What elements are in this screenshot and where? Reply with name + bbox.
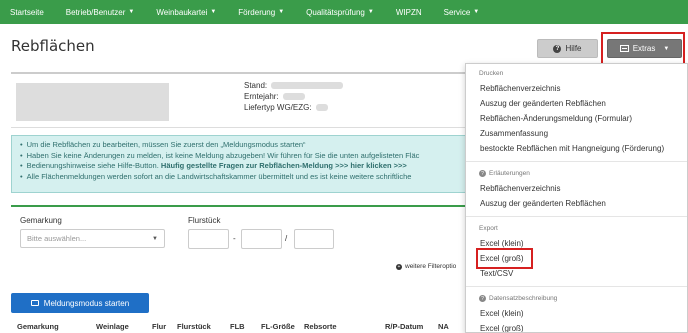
flurstueck-zaehler-input[interactable] bbox=[241, 229, 282, 249]
table-header: Gemarkung Weinlage Flur Flurstück FLB FL… bbox=[11, 322, 471, 333]
slash-separator: / bbox=[285, 234, 288, 243]
caret-down-icon: ▼ bbox=[367, 9, 374, 15]
caret-down-icon: ▼ bbox=[210, 9, 217, 15]
stand-label: Stand: bbox=[244, 81, 268, 90]
column-header[interactable]: R/P-Datum bbox=[385, 322, 423, 331]
menu-item-print-aenderungsmeldung[interactable]: Rebflächen-Änderungsmeldung (Formular) bbox=[480, 114, 632, 123]
section-header-export: Export bbox=[479, 225, 498, 232]
faq-link[interactable]: Häufig gestellte Fragen zur Rebflächen-M… bbox=[161, 161, 407, 170]
section-header-drucken: Drucken bbox=[479, 70, 504, 77]
redacted-value bbox=[315, 104, 328, 111]
section-header-datensatzbeschreibung: ? Datensatzbeschreibung bbox=[479, 295, 557, 302]
help-button-label: Hilfe bbox=[565, 44, 582, 53]
flur-input[interactable] bbox=[188, 229, 229, 249]
column-header[interactable]: Rebsorte bbox=[304, 322, 337, 331]
highlight-box-extras bbox=[601, 32, 685, 65]
nav-label: Förderung bbox=[238, 7, 276, 17]
nav-item-foerderung[interactable]: Förderung ▼ bbox=[238, 8, 284, 17]
column-header[interactable]: Weinlage bbox=[96, 322, 129, 331]
redacted-image bbox=[16, 83, 169, 121]
column-header[interactable]: Flur bbox=[152, 322, 166, 331]
section-header-erlaeuterungen: ? Erläuterungen bbox=[479, 170, 530, 177]
gemarkung-label: Gemarkung bbox=[20, 216, 62, 225]
highlight-box-excel-gross bbox=[476, 248, 533, 269]
more-filter-options-label: weitere Filteroptio bbox=[405, 263, 457, 270]
question-icon: ? bbox=[479, 170, 486, 177]
menu-item-print-hangneigung[interactable]: bestockte Rebflächen mit Hangneigung (Fö… bbox=[480, 144, 664, 153]
caret-down-icon: ▼ bbox=[152, 235, 158, 242]
menu-item-help-rebflaechenverzeichnis[interactable]: Rebflächenverzeichnis bbox=[480, 184, 561, 193]
nav-item-startseite[interactable]: Startseite bbox=[10, 8, 44, 17]
column-header[interactable]: FL-Größe bbox=[261, 322, 295, 331]
more-filter-options-link[interactable]: + weitere Filteroptio bbox=[396, 263, 456, 270]
extras-dropdown-menu: Drucken Rebflächenverzeichnis Auszug der… bbox=[465, 63, 688, 333]
info-lines: Stand: Erntejahr: Liefertyp WG/EZG: bbox=[244, 80, 344, 113]
menu-item-print-zusammenfassung[interactable]: Zusammenfassung bbox=[480, 129, 548, 138]
nav-item-wipzn[interactable]: WIPZN bbox=[396, 8, 422, 17]
top-navigation: Startseite Betrieb/Benutzer ▼ Weinbaukart… bbox=[0, 0, 688, 24]
menu-item-help-auszug[interactable]: Auszug der geänderten Rebflächen bbox=[480, 199, 606, 208]
menu-item-print-auszug[interactable]: Auszug der geänderten Rebflächen bbox=[480, 99, 606, 108]
nav-item-betrieb-benutzer[interactable]: Betrieb/Benutzer ▼ bbox=[66, 8, 135, 17]
column-header[interactable]: Gemarkung bbox=[17, 322, 59, 331]
page-title: Rebflächen bbox=[11, 37, 95, 55]
column-header[interactable]: Flurstück bbox=[177, 322, 211, 331]
nav-label: WIPZN bbox=[395, 7, 422, 17]
gemarkung-placeholder: Bitte auswählen... bbox=[27, 234, 87, 243]
nav-item-weinbaukartei[interactable]: Weinbaukartei ▼ bbox=[156, 8, 216, 17]
nav-item-service[interactable]: Service ▼ bbox=[444, 8, 480, 17]
caret-down-icon: ▼ bbox=[473, 9, 480, 15]
liefertyp-label: Liefertyp WG/EZG: bbox=[244, 103, 312, 112]
nav-item-qualitaetspruefung[interactable]: Qualitätsprüfung ▼ bbox=[306, 8, 374, 17]
menu-divider bbox=[466, 216, 687, 217]
notice-line: Alle Flächenmeldungen werden sofort an d… bbox=[20, 172, 470, 183]
start-reporting-mode-button[interactable]: Meldungsmodus starten bbox=[11, 293, 149, 313]
liefertyp-row: Liefertyp WG/EZG: bbox=[244, 102, 343, 113]
notice-line: Haben Sie keine Änderungen zu melden, is… bbox=[20, 151, 470, 162]
plus-circle-icon: + bbox=[396, 263, 402, 270]
notice-line: Bedienungshinweise siehe Hilfe-Button. H… bbox=[20, 161, 470, 172]
flurstueck-nenner-input[interactable] bbox=[294, 229, 334, 249]
help-button[interactable]: ? Hilfe bbox=[537, 39, 598, 58]
erntejahr-label: Erntejahr: bbox=[244, 92, 279, 101]
farm-info-panel: Stand: Erntejahr: Liefertyp WG/EZG: bbox=[11, 72, 471, 128]
redacted-value bbox=[282, 93, 305, 100]
nav-label: Betrieb/Benutzer bbox=[65, 7, 126, 17]
menu-divider bbox=[466, 286, 687, 287]
nav-label: Qualitätsprüfung bbox=[306, 7, 365, 17]
start-reporting-mode-label: Meldungsmodus starten bbox=[43, 298, 130, 308]
stand-row: Stand: bbox=[244, 80, 344, 91]
section-header-label: Erläuterungen bbox=[489, 170, 530, 177]
menu-item-export-text-csv[interactable]: Text/CSV bbox=[480, 269, 513, 278]
info-notice: Um die Rebflächen zu bearbeiten, müssen … bbox=[11, 135, 471, 193]
column-header[interactable]: NA bbox=[438, 322, 449, 331]
redacted-value bbox=[271, 82, 344, 89]
gemarkung-select[interactable]: Bitte auswählen... ▼ bbox=[20, 229, 165, 248]
menu-item-desc-excel-klein[interactable]: Excel (klein) bbox=[480, 309, 524, 318]
erntejahr-row: Erntejahr: bbox=[244, 91, 343, 102]
menu-divider bbox=[466, 161, 687, 162]
notice-line: Um die Rebflächen zu bearbeiten, müssen … bbox=[20, 140, 470, 151]
section-header-label: Datensatzbeschreibung bbox=[489, 295, 558, 302]
column-header[interactable]: FLB bbox=[230, 322, 245, 331]
caret-down-icon: ▼ bbox=[128, 9, 135, 15]
envelope-icon bbox=[30, 300, 39, 306]
flurstueck-label: Flurstück bbox=[188, 216, 221, 225]
menu-item-desc-excel-gross[interactable]: Excel (groß) bbox=[480, 324, 524, 332]
question-icon: ? bbox=[553, 44, 562, 53]
nav-label: Weinbaukartei bbox=[156, 7, 208, 17]
notice-text: Bedienungshinweise siehe Hilfe-Button. bbox=[26, 161, 159, 170]
dash-separator: - bbox=[233, 234, 236, 243]
menu-item-print-rebflaechenverzeichnis[interactable]: Rebflächenverzeichnis bbox=[480, 84, 561, 93]
filter-panel: Gemarkung Bitte auswählen... ▼ Flurstück… bbox=[11, 205, 471, 275]
menu-item-export-excel-klein[interactable]: Excel (klein) bbox=[480, 239, 524, 248]
nav-label: Service bbox=[443, 7, 471, 17]
nav-label: Startseite bbox=[10, 7, 44, 17]
caret-down-icon: ▼ bbox=[278, 9, 285, 15]
question-icon: ? bbox=[479, 295, 486, 302]
